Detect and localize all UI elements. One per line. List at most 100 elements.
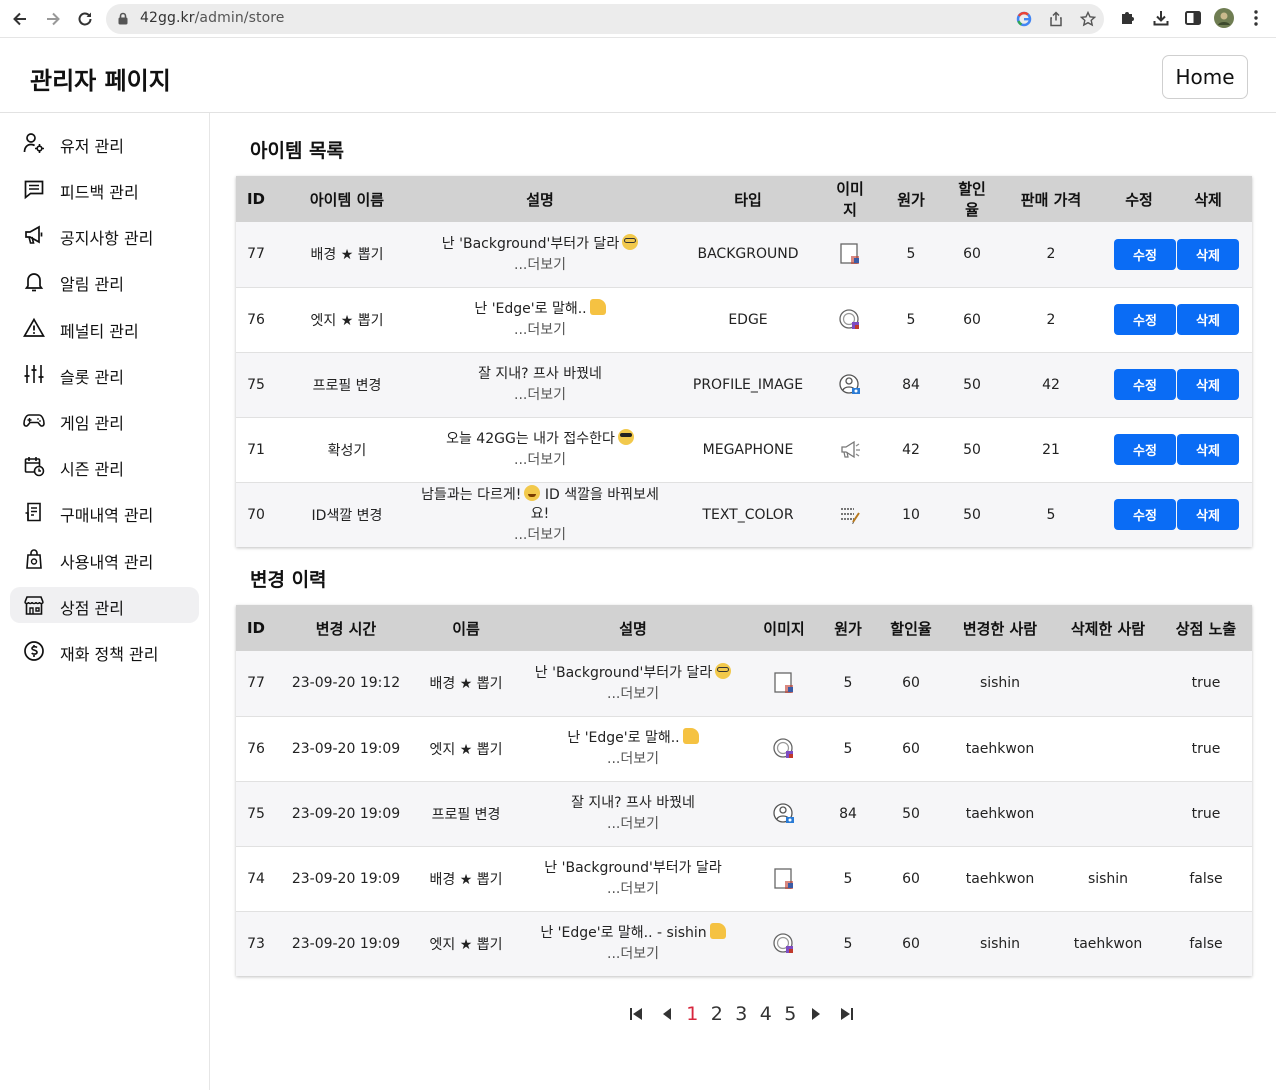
edit-button[interactable]: 수정 xyxy=(1114,499,1176,531)
image-cell xyxy=(750,781,818,847)
discount-cell: 50 xyxy=(878,781,944,847)
extensions-icon[interactable] xyxy=(1118,8,1138,28)
more-link[interactable]: ...더보기 xyxy=(516,750,750,769)
next-page-icon[interactable] xyxy=(803,1002,827,1026)
sidebar-item-label: 상점 관리 xyxy=(60,599,124,618)
google-icon[interactable] xyxy=(1016,11,1032,27)
column-header: 판매 가격 xyxy=(988,176,1114,222)
last-page-icon[interactable] xyxy=(835,1002,859,1026)
more-link[interactable]: ...더보기 xyxy=(516,880,750,899)
history-section-title: 변경 이력 xyxy=(250,569,327,591)
first-page-icon[interactable] xyxy=(624,1002,648,1026)
sidebar-item[interactable]: 유저 관리 xyxy=(10,125,199,161)
more-link[interactable]: ...더보기 xyxy=(516,945,750,964)
sale-price-cell: 2 xyxy=(988,287,1114,353)
edit-cell: 수정 xyxy=(1114,287,1176,353)
deleted-by-cell xyxy=(1056,781,1160,847)
price-cell: 5 xyxy=(818,716,878,782)
items-table: ID 아이템 이름 설명 타입 이미지 원가 할인율 판매 가격 수정 삭제 77 배경 ★ 뽑기 난… xyxy=(236,176,1252,547)
delete-button[interactable]: 삭제 xyxy=(1177,434,1239,465)
more-link[interactable]: ...더보기 xyxy=(418,451,662,470)
id-cell: 77 xyxy=(236,222,276,288)
price-cell: 10 xyxy=(866,482,956,547)
edit-cell: 수정 xyxy=(1114,222,1176,288)
star-icon[interactable] xyxy=(1080,11,1096,27)
page-number[interactable]: 4 xyxy=(754,1003,779,1025)
more-link[interactable]: ...더보기 xyxy=(516,685,750,704)
more-link[interactable]: ...더보기 xyxy=(418,386,662,405)
profile-thumb-icon xyxy=(772,802,796,826)
sidebar-item-label: 유저 관리 xyxy=(60,137,124,156)
profile-avatar-icon[interactable] xyxy=(1214,8,1234,28)
items-table-header: ID 아이템 이름 설명 타입 이미지 원가 할인율 판매 가격 수정 삭제 xyxy=(236,176,1252,222)
item-name-cell: 엣지 ★ 뽑기 xyxy=(416,716,516,782)
delete-button[interactable]: 삭제 xyxy=(1177,304,1239,335)
price-cell: 5 xyxy=(818,846,878,912)
sidebar-item[interactable]: 구매내역 관리 xyxy=(10,494,199,530)
sidebar-item[interactable]: 시즌 관리 xyxy=(10,448,199,484)
deleted-by-cell xyxy=(1056,716,1160,782)
description-main: 난 'Background'부터가 달라 xyxy=(441,235,620,252)
prev-page-icon[interactable] xyxy=(656,1002,680,1026)
address-bar[interactable]: 42gg.kr/admin/store xyxy=(106,4,1104,34)
more-link[interactable]: ...더보기 xyxy=(418,256,662,275)
more-link[interactable]: ...더보기 xyxy=(516,815,750,834)
sidebar-item[interactable]: 피드백 관리 xyxy=(10,171,199,207)
sidebar: 유저 관리피드백 관리공지사항 관리알림 관리페널티 관리슬롯 관리게임 관리시… xyxy=(0,113,210,1090)
sidebar-item[interactable]: 알림 관리 xyxy=(10,263,199,299)
description-main: 난 'Edge'로 말해.. xyxy=(567,730,680,746)
page-title: 관리자 페이지 xyxy=(30,67,171,95)
edit-button[interactable]: 수정 xyxy=(1114,434,1176,465)
sidebar-item[interactable]: 사용내역 관리 xyxy=(10,541,199,577)
page-number[interactable]: 2 xyxy=(705,1003,730,1025)
delete-button[interactable]: 삭제 xyxy=(1177,238,1239,270)
side-panel-icon[interactable] xyxy=(1183,8,1203,28)
sidebar-item[interactable]: 페널티 관리 xyxy=(10,310,199,346)
sidebar-item[interactable]: 공지사항 관리 xyxy=(10,217,199,253)
column-header: 이름 xyxy=(416,605,516,651)
sidebar-item[interactable]: 재화 정책 관리 xyxy=(10,633,199,669)
description-cell: 난 'Edge'로 말해.. ...더보기 xyxy=(516,716,750,782)
home-button[interactable]: Home xyxy=(1162,55,1248,99)
page-number[interactable]: 1 xyxy=(680,1003,705,1025)
more-link[interactable]: ...더보기 xyxy=(418,526,662,545)
sidebar-item[interactable]: 슬롯 관리 xyxy=(10,356,199,392)
deleted-by-cell: taehkwon xyxy=(1056,911,1160,976)
edit-button[interactable]: 수정 xyxy=(1114,238,1176,270)
menu-kebab-icon[interactable] xyxy=(1246,8,1266,28)
id-cell: 77 xyxy=(236,651,276,717)
delete-button[interactable]: 삭제 xyxy=(1177,499,1239,531)
table-row: 76 23-09-20 19:09 엣지 ★ 뽑기 난 'Edge'로 말해.....… xyxy=(236,716,1252,782)
nerd-emoji-icon xyxy=(715,662,732,679)
sidebar-item-label: 구매내역 관리 xyxy=(60,506,154,525)
discount-cell: 60 xyxy=(956,222,988,288)
delete-button[interactable]: 삭제 xyxy=(1177,369,1239,400)
megaphone-icon xyxy=(23,224,45,246)
forward-icon[interactable] xyxy=(42,8,64,30)
history-table-header: ID 변경 시간 이름 설명 이미지 원가 할인율 변경한 사람 삭제한 사람 상점 노출 xyxy=(236,605,1252,651)
page-number[interactable]: 5 xyxy=(778,1003,803,1025)
description-main: 난 'Edge'로 말해.. xyxy=(474,301,587,317)
share-icon[interactable] xyxy=(1048,11,1064,27)
back-icon[interactable] xyxy=(9,8,31,30)
store-icon xyxy=(23,594,45,616)
reload-icon[interactable] xyxy=(74,8,96,30)
id-cell: 74 xyxy=(236,846,276,912)
price-cell: 5 xyxy=(866,287,956,353)
visibility-cell: false xyxy=(1160,911,1252,976)
column-header: 설명 xyxy=(516,605,750,651)
more-link[interactable]: ...더보기 xyxy=(418,321,662,340)
item-name-cell: 엣지 ★ 뽑기 xyxy=(416,911,516,976)
description-text: 난 'Background'부터가 달라 xyxy=(516,662,750,683)
edit-button[interactable]: 수정 xyxy=(1114,304,1176,335)
download-icon[interactable] xyxy=(1151,8,1171,28)
bell-icon xyxy=(23,270,45,292)
discount-cell: 50 xyxy=(956,352,988,418)
item-name-cell: 배경 ★ 뽑기 xyxy=(416,846,516,912)
description-text: 난 'Edge'로 말해.. xyxy=(418,299,662,319)
sidebar-item[interactable]: 상점 관리 xyxy=(10,587,199,623)
edit-button[interactable]: 수정 xyxy=(1114,369,1176,400)
image-cell xyxy=(834,287,866,353)
page-number[interactable]: 3 xyxy=(729,1003,754,1025)
sidebar-item[interactable]: 게임 관리 xyxy=(10,402,199,438)
